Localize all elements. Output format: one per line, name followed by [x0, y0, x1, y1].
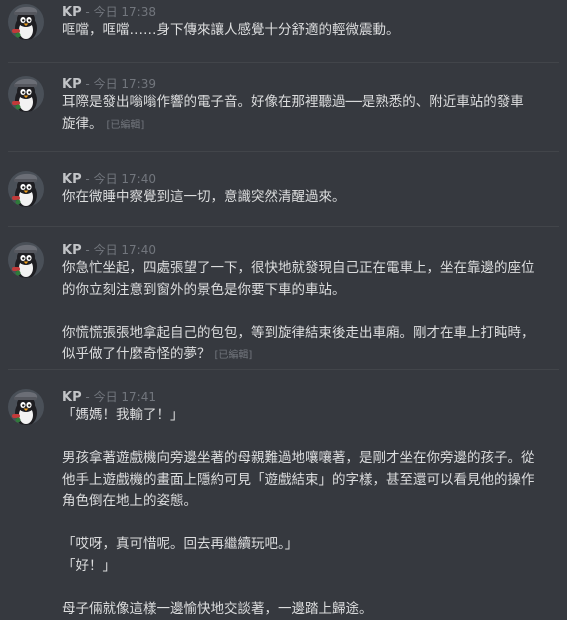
message-paragraph: 母子倆就像這樣一邊愉快地交談著，一邊踏上歸途。: [62, 599, 557, 620]
username[interactable]: KP: [62, 77, 82, 92]
message-body: 哐噹，哐噹……身下傳來讓人感覺十分舒適的輕微震動。: [62, 20, 557, 42]
message-line: 似乎做了什麼奇怪的夢？: [62, 346, 211, 362]
timestamp: 今日 17:38: [94, 5, 156, 19]
message: KP - 今日 17:40 你急忙坐起，四處張望了一下，很快地就發現自己正在電車…: [0, 238, 567, 366]
message-line: 旋律。: [62, 116, 103, 132]
message-paragraph: 你急忙坐起，四處張望了一下，很快地就發現自己正在電車上，坐在靠邊的座位的你立刻注…: [62, 258, 557, 301]
timestamp: 今日 17:41: [94, 390, 156, 404]
message-paragraph: 耳際是發出嗡嗡作響的電子音。好像在那裡聽過──是熟悉的、附近車站的發車旋律。 [已…: [62, 92, 557, 136]
avatar[interactable]: [8, 171, 44, 207]
penguin-avatar-icon: [8, 76, 44, 112]
message-line: 耳際是發出嗡嗡作響的電子音。好像在那裡聽過──是熟悉的、附近車站的發車: [62, 94, 524, 110]
message-line: 你在微睡中察覺到這一切，意識突然清醒過來。: [62, 189, 346, 205]
message-paragraph: 你慌慌張張地拿起自己的包包，等到旋律結束後走出車廂。剛才在車上打盹時， 似乎做了什…: [62, 323, 557, 367]
penguin-avatar-icon: [8, 171, 44, 207]
message-line: 你急忙坐起，四處張望了一下，很快地就發現自己正在電車上，坐在靠邊的座位: [62, 260, 535, 276]
message: KP - 今日 17:40 你在微睡中察覺到這一切，意識突然清醒過來。: [0, 167, 567, 229]
avatar[interactable]: [8, 4, 44, 40]
username[interactable]: KP: [62, 172, 82, 187]
chat-log: KP - 今日 17:38 哐噹，哐噹……身下傳來讓人感覺十分舒適的輕微震動。 …: [0, 0, 567, 611]
message-line: 的你立刻注意到窗外的景色是你要下車的車站。: [62, 282, 346, 298]
header-separator: -: [82, 243, 94, 257]
message-line: 你慌慌張張地拿起自己的包包，等到旋律結束後走出車廂。剛才在車上打盹時，: [62, 325, 535, 341]
penguin-avatar-icon: [8, 242, 44, 278]
header-separator: -: [82, 390, 94, 404]
message-divider: [8, 369, 559, 370]
message-line: 「媽媽！我輸了！」: [62, 407, 184, 423]
message-line: 哐噹，哐噹……身下傳來讓人感覺十分舒適的輕微震動。: [62, 22, 400, 38]
timestamp: 今日 17:39: [94, 77, 156, 91]
timestamp: 今日 17:40: [94, 172, 156, 186]
edited-tag: [已編輯]: [215, 350, 253, 361]
penguin-avatar-icon: [8, 4, 44, 40]
message-paragraph: 你在微睡中察覺到這一切，意識突然清醒過來。: [62, 187, 557, 209]
username[interactable]: KP: [62, 390, 82, 405]
timestamp: 今日 17:40: [94, 243, 156, 257]
penguin-avatar-icon: [8, 389, 44, 425]
message-paragraph: 「哎呀，真可惜呢。回去再繼續玩吧。」「好！」: [62, 534, 557, 577]
avatar[interactable]: [8, 389, 44, 425]
message-line: 男孩拿著遊戲機向旁邊坐著的母親難過地嚷嚷著，是剛才坐在你旁邊的孩子。從: [62, 450, 535, 466]
message-divider: [8, 151, 559, 152]
message-body: 你急忙坐起，四處張望了一下，很快地就發現自己正在電車上，坐在靠邊的座位的你立刻注…: [62, 258, 557, 367]
message-line: 「哎呀，真可惜呢。回去再繼續玩吧。」: [62, 536, 298, 552]
message: KP - 今日 17:39 耳際是發出嗡嗡作響的電子音。好像在那裡聽過──是熟悉…: [0, 72, 567, 152]
message-line: 角色倒在地上的姿態。: [62, 493, 197, 509]
edited-tag: [已編輯]: [107, 120, 145, 131]
header-separator: -: [82, 77, 94, 91]
message-divider: [8, 226, 559, 227]
message-body: 你在微睡中察覺到這一切，意識突然清醒過來。: [62, 187, 557, 209]
header-separator: -: [82, 5, 94, 19]
avatar[interactable]: [8, 76, 44, 112]
message-body: 「媽媽！我輸了！」 男孩拿著遊戲機向旁邊坐著的母親難過地嚷嚷著，是剛才坐在你旁邊…: [62, 405, 557, 620]
message-line: 「好！」: [62, 558, 116, 574]
message-divider: [8, 62, 559, 63]
avatar[interactable]: [8, 242, 44, 278]
message: KP - 今日 17:41 「媽媽！我輸了！」 男孩拿著遊戲機向旁邊坐著的母親難…: [0, 385, 567, 611]
username[interactable]: KP: [62, 5, 82, 20]
message-line: 母子倆就像這樣一邊愉快地交談著，一邊踏上歸途。: [62, 601, 373, 617]
message-paragraph: 哐噹，哐噹……身下傳來讓人感覺十分舒適的輕微震動。: [62, 20, 557, 42]
header-separator: -: [82, 172, 94, 186]
message: KP - 今日 17:38 哐噹，哐噹……身下傳來讓人感覺十分舒適的輕微震動。: [0, 0, 567, 62]
message-paragraph: 「媽媽！我輸了！」: [62, 405, 557, 427]
username[interactable]: KP: [62, 243, 82, 258]
message-paragraph: 男孩拿著遊戲機向旁邊坐著的母親難過地嚷嚷著，是剛才坐在你旁邊的孩子。從他手上遊戲…: [62, 448, 557, 513]
message-line: 他手上遊戲機的畫面上隱約可見「遊戲結束」的字樣，甚至還可以看見他的操作: [62, 472, 535, 488]
message-body: 耳際是發出嗡嗡作響的電子音。好像在那裡聽過──是熟悉的、附近車站的發車旋律。 [已…: [62, 92, 557, 136]
